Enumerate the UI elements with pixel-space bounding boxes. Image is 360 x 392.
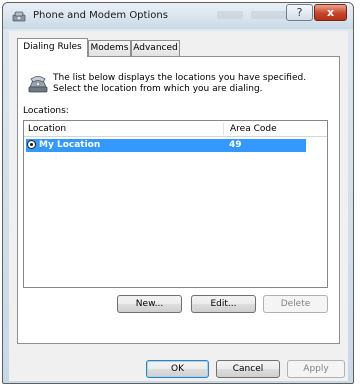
phone-modem-icon	[12, 11, 26, 22]
tab-advanced[interactable]: Advanced	[131, 40, 180, 56]
window-title: Phone and Modem Options	[33, 10, 168, 21]
locations-list[interactable]: Location Area Code My Location 49	[23, 120, 328, 288]
location-row[interactable]: My Location 49	[26, 139, 306, 152]
column-separator[interactable]	[223, 123, 224, 135]
area-code-value: 49	[229, 140, 242, 150]
tab-dialing-rules[interactable]: Dialing Rules	[17, 38, 88, 57]
edit-button[interactable]: Edit...	[191, 295, 256, 313]
telephone-icon	[28, 76, 48, 93]
dialing-rules-panel: The list below displays the locations yo…	[17, 56, 340, 344]
delete-button[interactable]: Delete	[263, 295, 328, 313]
selected-radio-icon	[27, 140, 36, 149]
title-bar[interactable]: Phone and Modem Options ? x	[3, 3, 353, 29]
ok-button[interactable]: OK	[146, 360, 209, 378]
title-reflection	[217, 11, 243, 19]
help-button[interactable]: ?	[286, 4, 313, 21]
tab-modems[interactable]: Modems	[88, 40, 131, 56]
locations-label: Locations:	[23, 106, 69, 116]
list-header: Location Area Code	[24, 121, 327, 137]
dialog-client-area: Dialing Rules Modems Advanced The list b…	[9, 31, 348, 381]
apply-button[interactable]: Apply	[287, 360, 345, 378]
new-button[interactable]: New...	[117, 295, 182, 313]
dialog-window: Phone and Modem Options ? x Dialing Rule…	[2, 2, 354, 384]
close-button[interactable]: x	[314, 4, 347, 21]
cancel-button[interactable]: Cancel	[216, 360, 280, 378]
column-header-location[interactable]: Location	[28, 124, 66, 134]
column-header-area-code[interactable]: Area Code	[230, 124, 277, 134]
title-reflection	[251, 11, 291, 19]
intro-text: The list below displays the locations yo…	[53, 73, 307, 94]
location-name: My Location	[39, 140, 101, 150]
